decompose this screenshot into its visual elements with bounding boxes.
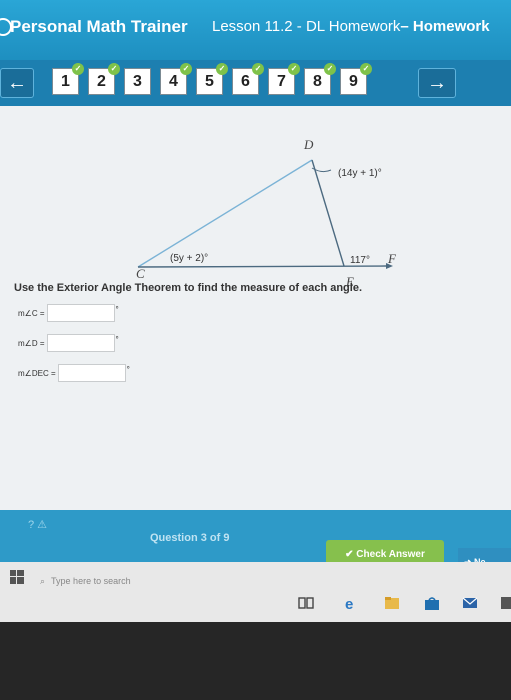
instructions: Use the Exterior Angle Theorem to find t… bbox=[14, 282, 363, 294]
question-nav: ← 1 ✓ 2 ✓ 3 4 ✓ 5 ✓ 6 ✓ 7 ✓ 8 ✓ 9 ✓ → bbox=[0, 60, 511, 106]
search-icon: ⌕ bbox=[40, 575, 46, 586]
answer-label: m∠C = bbox=[18, 308, 45, 318]
answer-row-dec: m∠DEC = ° bbox=[18, 364, 130, 382]
completed-check-icon: ✓ bbox=[72, 63, 84, 75]
completed-check-icon: ✓ bbox=[288, 63, 300, 75]
file-explorer-icon[interactable] bbox=[384, 596, 400, 610]
degree-unit: ° bbox=[115, 304, 119, 314]
store-icon[interactable] bbox=[424, 596, 440, 610]
angle-d-input[interactable] bbox=[46, 334, 115, 352]
question-number: 7 bbox=[277, 72, 286, 90]
answer-label: m∠D = bbox=[18, 338, 45, 348]
svg-text:e: e bbox=[345, 596, 353, 610]
vertex-c: C bbox=[136, 266, 145, 281]
edge-browser-icon[interactable]: e bbox=[344, 596, 360, 610]
lesson-title: Lesson 11.2 - DL Homework– Homework bbox=[212, 18, 490, 35]
question-number: 6 bbox=[241, 72, 250, 90]
completed-check-icon: ✓ bbox=[180, 63, 192, 75]
question-button-3[interactable]: 3 bbox=[124, 68, 151, 95]
angle-d-label: (14y + 1)° bbox=[338, 168, 382, 179]
monitor-bezel bbox=[0, 622, 511, 700]
taskbar-search[interactable]: ⌕ Type here to search bbox=[40, 566, 290, 596]
question-button-8[interactable]: 8 ✓ bbox=[304, 63, 336, 95]
question-number: 3 bbox=[133, 72, 142, 90]
os-taskbar: ⌕ Type here to search e bbox=[0, 562, 511, 622]
question-number: 2 bbox=[97, 72, 106, 90]
question-button-1[interactable]: 1 ✓ bbox=[52, 63, 84, 95]
question-button-6[interactable]: 6 ✓ bbox=[232, 63, 264, 95]
point-f: F bbox=[387, 251, 397, 266]
answer-row-d: m∠D = ° bbox=[18, 334, 119, 352]
completed-check-icon: ✓ bbox=[108, 63, 120, 75]
question-number: 8 bbox=[313, 72, 322, 90]
question-button-7[interactable]: 7 ✓ bbox=[268, 63, 300, 95]
mail-icon[interactable] bbox=[462, 596, 478, 610]
question-number: 9 bbox=[349, 72, 358, 90]
answer-row-c: m∠C = ° bbox=[18, 304, 119, 322]
question-number: 4 bbox=[169, 72, 178, 90]
completed-check-icon: ✓ bbox=[216, 63, 228, 75]
segment-cf bbox=[137, 265, 387, 268]
app-icon[interactable] bbox=[500, 596, 511, 610]
degree-unit: ° bbox=[115, 334, 119, 344]
question-button-4[interactable]: 4 ✓ bbox=[160, 63, 192, 95]
angle-c-label: (5y + 2)° bbox=[170, 253, 208, 264]
lesson-type: – Homework bbox=[400, 18, 490, 35]
angle-c-input[interactable] bbox=[46, 304, 115, 322]
segment-cd bbox=[137, 159, 313, 268]
search-input: Type here to search bbox=[51, 576, 131, 586]
completed-check-icon: ✓ bbox=[360, 63, 372, 75]
task-view-icon[interactable] bbox=[298, 596, 314, 610]
angle-dec-input[interactable] bbox=[57, 364, 126, 382]
app-screen: Personal Math Trainer Lesson 11.2 - DL H… bbox=[0, 0, 511, 700]
question-button-5[interactable]: 5 ✓ bbox=[196, 63, 228, 95]
question-content: D C E F (14y + 1)° (5y + 2)° 117° Use th… bbox=[0, 106, 511, 510]
next-question-button[interactable]: → bbox=[418, 68, 456, 98]
triangle-diagram: D C E F (14y + 1)° (5y + 2)° 117° bbox=[136, 137, 397, 286]
vertex-d: D bbox=[303, 137, 314, 152]
completed-check-icon: ✓ bbox=[252, 63, 264, 75]
lesson-name: Lesson 11.2 - DL Homework bbox=[212, 18, 401, 35]
question-number: 1 bbox=[61, 72, 70, 90]
prev-question-button[interactable]: ← bbox=[0, 68, 34, 98]
answer-label: m∠DEC = bbox=[18, 368, 56, 378]
help-icons[interactable]: ? ⚠ bbox=[28, 518, 47, 531]
left-arrow-icon: ← bbox=[7, 71, 27, 94]
question-button-2[interactable]: 2 ✓ bbox=[88, 63, 120, 95]
completed-check-icon: ✓ bbox=[324, 63, 336, 75]
question-button-9[interactable]: 9 ✓ bbox=[340, 63, 372, 95]
question-number: 5 bbox=[205, 72, 214, 90]
app-header: Personal Math Trainer Lesson 11.2 - DL H… bbox=[0, 0, 511, 60]
degree-unit: ° bbox=[126, 364, 130, 374]
windows-start-icon[interactable] bbox=[10, 570, 24, 584]
right-arrow-icon: → bbox=[427, 71, 447, 94]
question-counter: Question 3 of 9 bbox=[150, 532, 230, 544]
question-footer: ? ⚠ Question 3 of 9 ✔ Check Answer ➜ Ne bbox=[0, 510, 511, 576]
exterior-angle-label: 117° bbox=[350, 255, 370, 266]
app-title: Personal Math Trainer bbox=[10, 17, 188, 36]
